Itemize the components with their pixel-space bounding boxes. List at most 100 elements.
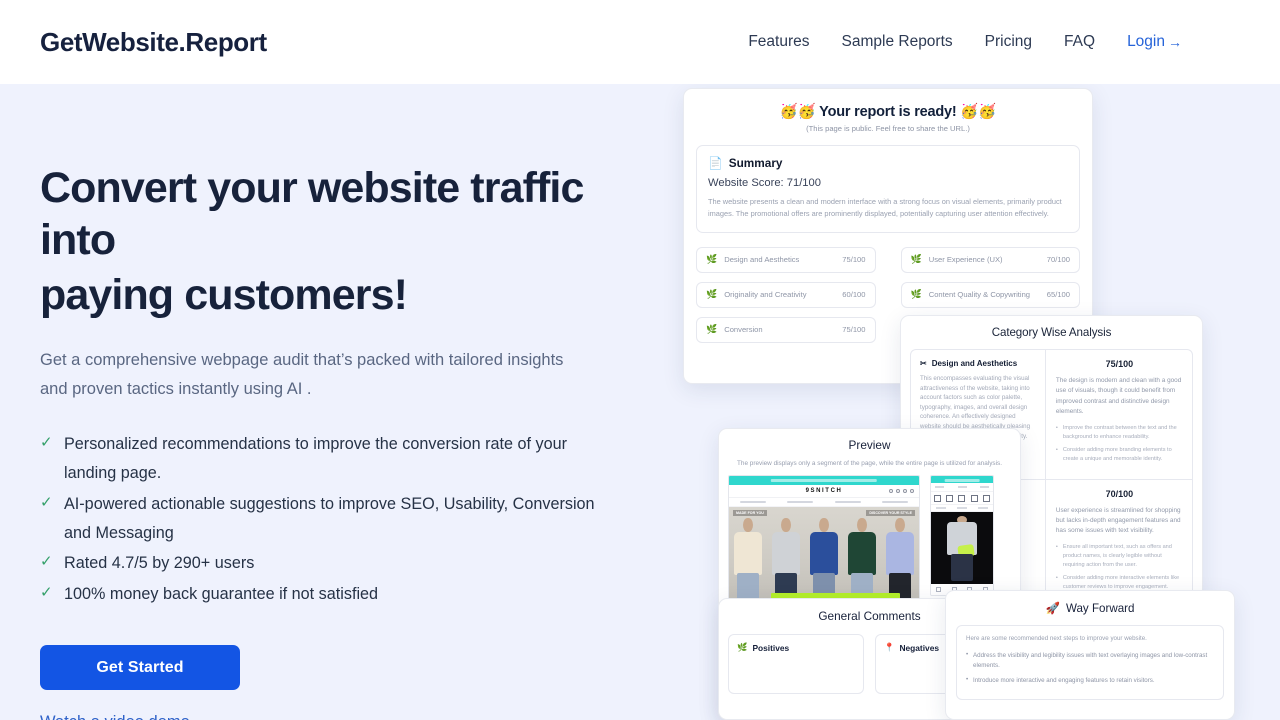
benefit-text: Personalized recommendations to improve … [64, 435, 567, 482]
way-forward-title: Way Forward [1065, 601, 1135, 615]
nav-item-pricing[interactable]: Pricing [985, 33, 1032, 51]
category-heading-row: ✂ Design and Aesthetics [920, 359, 1036, 368]
tab-placeholder [956, 507, 967, 509]
report-ready-title: 🥳🥳 Your report is ready! 🥳🥳 [779, 104, 997, 120]
score-label: User Experience (UX) [928, 255, 1003, 265]
category-evaluation: User experience is streamlined for shopp… [1055, 506, 1181, 535]
category-evaluation: The design is modern and clean with a go… [1055, 377, 1182, 415]
arrow-right-icon: → [1168, 34, 1182, 50]
hero-section: Convert your website traffic into paying… [0, 84, 1280, 720]
score-pill-design[interactable]: 🌿 Design and Aesthetics 75/100 [696, 246, 876, 273]
nav-item-sample-reports[interactable]: Sample Reports [842, 33, 953, 51]
scissors-icon: ✂ [920, 359, 927, 368]
tab-placeholder [936, 507, 947, 509]
nav-item-features[interactable]: Features [748, 33, 809, 51]
phone-logo [957, 486, 967, 488]
phone-tab-row [931, 505, 993, 512]
video-demo-label: Watch a video demo [40, 713, 190, 720]
benefit-text: AI-powered actionable suggestions to imp… [64, 494, 595, 542]
phone-address-bar [931, 476, 993, 483]
home-icon [936, 587, 942, 592]
mock-site-header: 9SNITCH [729, 485, 919, 498]
nav-item-login[interactable]: Login → [1127, 33, 1182, 51]
mock-site-icons [889, 489, 914, 493]
score-pill-ux[interactable]: 🌿 User Experience (UX) 70/100 [900, 246, 1080, 273]
hero-subheading: Get a comprehensive webpage audit that’s… [40, 351, 564, 398]
category-icon [970, 494, 978, 502]
score-label: Conversion [724, 325, 763, 335]
category-evaluation-cell: 70/100 User experience is streamlined fo… [1046, 480, 1192, 597]
leaf-icon: 🌿 [706, 324, 718, 335]
list-item: ✓ AI-powered actionable suggestions to i… [40, 490, 600, 548]
list-item: ✓ Personalized recommendations to improv… [40, 430, 600, 488]
score-value: 75/100 [842, 325, 866, 335]
headline-exclamation: ! [393, 270, 408, 319]
preview-subtitle: The preview displays only a segment of t… [736, 460, 1002, 467]
score-pill-content-quality[interactable]: 🌿 Content Quality & Copywriting 65/100 [900, 281, 1080, 308]
phone-actions [980, 486, 989, 488]
list-item: Introduce more interactive and engaging … [966, 675, 1214, 686]
summary-heading-row: 📄 Summary [708, 156, 1068, 170]
score-pill-conversion[interactable]: 🌿 Conversion 75/100 [696, 316, 876, 343]
pin-icon: 📍 [884, 642, 895, 652]
positives-label: Positives [752, 642, 790, 653]
report-screenshots-collage: 🥳🥳 Your report is ready! 🥳🥳 (This page i… [660, 84, 1280, 720]
category-icon [958, 494, 966, 502]
watch-video-demo-link[interactable]: Watch a video demo → [40, 713, 208, 720]
headline-highlighted-phrase: paying customers [40, 269, 395, 321]
phone-header [931, 483, 993, 492]
negatives-label: Negatives [899, 642, 940, 653]
check-icon: ✓ [40, 493, 53, 511]
report-public-note: (This page is public. Feel free to share… [806, 124, 970, 133]
leaf-icon: 🌿 [706, 289, 718, 300]
category-recommendations: Ensure all important text, such as offer… [1056, 543, 1183, 591]
list-item: Address the visibility and legibility is… [966, 650, 1214, 671]
search-icon [889, 489, 893, 493]
list-item: ✓ 100% money back guarantee if not satis… [40, 580, 600, 609]
nav-placeholder [739, 501, 766, 503]
score-label: Originality and Creativity [724, 290, 807, 300]
list-item: ✓ Rated 4.7/5 by 290+ users [40, 549, 600, 578]
mock-site-logo: 9SNITCH [805, 488, 843, 494]
score-label: Content Quality & Copywriting [928, 290, 1031, 300]
score-value: 65/100 [1046, 290, 1070, 300]
score-value: 70/100 [1046, 255, 1070, 265]
positives-panel: 🌿 Positives [728, 634, 864, 694]
tab-placeholder [977, 507, 988, 509]
benefit-text: Rated 4.7/5 by 290+ users [64, 554, 255, 573]
main-nav-links: Features Sample Reports Pricing FAQ Logi… [748, 33, 1240, 51]
page-title: Convert your website traffic into paying… [40, 162, 640, 321]
nav-placeholder [834, 501, 861, 503]
site-logo-wordmark[interactable]: GetWebsite.Report [40, 27, 267, 58]
leaf-icon: 🌿 [910, 289, 922, 300]
leaf-icon: 🌿 [706, 254, 718, 265]
summary-panel: 📄 Summary Website Score: 71/100 The webs… [696, 145, 1080, 233]
website-score: Website Score: 71/100 [708, 177, 821, 189]
phone-hero-image [931, 512, 993, 584]
check-icon: ✓ [40, 434, 53, 452]
category-score: 75/100 [1105, 359, 1134, 369]
list-item: Improve the contrast between the text an… [1056, 423, 1183, 441]
get-started-button[interactable]: Get Started [40, 645, 240, 691]
category-icon [946, 494, 954, 502]
category-recommendations: Improve the contrast between the text an… [1056, 423, 1183, 464]
summary-body-text: The website presents a clean and modern … [708, 197, 1062, 218]
way-forward-list: Address the visibility and legibility is… [966, 650, 1214, 686]
nav-item-faq[interactable]: FAQ [1064, 33, 1095, 51]
headline-line-2: paying customers! [40, 269, 640, 321]
leaf-icon: 🌿 [737, 642, 748, 652]
browser-address-bar [729, 476, 919, 485]
list-item: Consider adding more branding elements t… [1056, 446, 1183, 463]
category-score: 70/100 [1105, 488, 1134, 499]
rocket-icon: 🚀 [1045, 602, 1060, 615]
score-pill-originality[interactable]: 🌿 Originality and Creativity 60/100 [696, 281, 876, 308]
way-forward-panel: Here are some recommended next steps to … [956, 625, 1224, 700]
check-icon: ✓ [40, 553, 53, 571]
category-icon [933, 494, 941, 502]
positives-heading-row: 🌿 Positives [737, 642, 855, 653]
user-icon [903, 489, 907, 493]
leaf-icon: 🌿 [910, 254, 922, 265]
score-value: 75/100 [842, 255, 866, 265]
way-forward-card: 🚀 Way Forward Here are some recommended … [945, 590, 1235, 720]
benefits-list: ✓ Personalized recommendations to improv… [40, 430, 640, 609]
